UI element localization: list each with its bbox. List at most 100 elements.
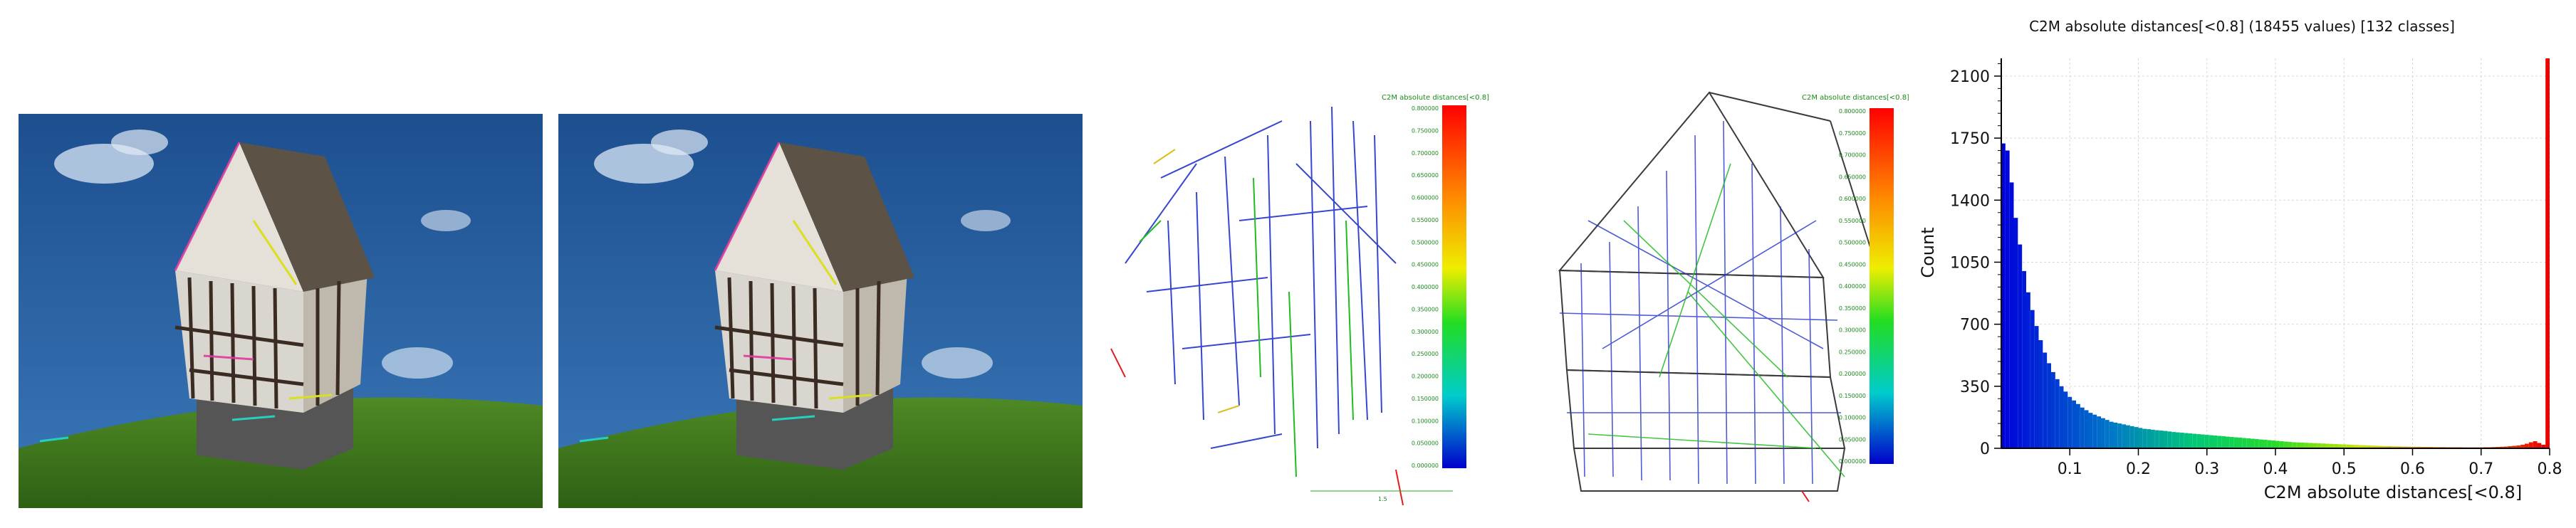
- histogram-bar: [2105, 420, 2110, 448]
- y-tick-label: 700: [1960, 317, 1990, 334]
- colorbar-tick-label: 0.750000: [1412, 127, 1439, 134]
- line-cloud-view-dense: C2M absolute distances[<0.8] 0.800000 0.7…: [1517, 78, 1909, 511]
- histogram-bar: [2022, 270, 2026, 448]
- histogram-bar: [2300, 443, 2305, 448]
- histogram-bar: [2138, 428, 2143, 448]
- histogram-bar: [2213, 435, 2218, 448]
- colorbar-2: [1870, 108, 1894, 464]
- histogram-panel: C2M absolute distances[<0.8] (18455 valu…: [1909, 0, 2576, 528]
- colorbar-2-tick-label: 0.550000: [1839, 218, 1866, 224]
- histogram-bar: [2533, 441, 2538, 448]
- histogram-bar: [2283, 441, 2288, 448]
- colorbar-2-tick-label: 0.100000: [1839, 415, 1866, 421]
- histogram-bar: [2126, 425, 2130, 448]
- histogram-bar: [2233, 437, 2238, 448]
- colorbar-title-2: C2M absolute distances[<0.8]: [1802, 94, 1909, 102]
- colorbar-title: C2M absolute distances[<0.8]: [1382, 94, 1489, 102]
- colorbar-2-tick-label: 0.700000: [1839, 152, 1866, 159]
- colorbar-2-tick-label: 0.150000: [1839, 393, 1866, 399]
- colorbar-2-tick-label: 0.000000: [1839, 458, 1866, 465]
- x-tick-label: 0.7: [2468, 460, 2493, 478]
- histogram-bar: [2271, 440, 2275, 448]
- histogram-chart: C2M absolute distances[<0.8] (18455 valu…: [1918, 18, 2562, 502]
- colorbar-2-tick-label: 0.050000: [1839, 436, 1866, 443]
- colorbar-2-tick-label: 0.300000: [1839, 327, 1866, 334]
- colorbar-2-tick-label: 0.650000: [1839, 174, 1866, 180]
- colorbar-2-tick-label: 0.250000: [1839, 349, 1866, 355]
- x-tick-label: 0.2: [2126, 460, 2151, 478]
- colorbar-2-tick-label: 0.800000: [1839, 108, 1866, 115]
- colorbar-tick-label: 0.350000: [1412, 306, 1439, 312]
- histogram-bar: [2159, 431, 2164, 448]
- colorbar-2-tick-label: 0.200000: [1839, 371, 1866, 377]
- colorbar-tick-label: 0.800000: [1412, 105, 1439, 112]
- x-tick-label: 0.6: [2400, 460, 2425, 478]
- colorbar-2-tick-label: 0.450000: [1839, 261, 1866, 268]
- x-tick-label: 0.4: [2263, 460, 2288, 478]
- line-cloud-sparse-image: 1.5 C2M absolute distances[<0.8] 0.80000…: [1110, 94, 1489, 506]
- colorbar-tick-label: 0.100000: [1412, 418, 1439, 424]
- histogram-bar: [2084, 410, 2089, 448]
- histogram-bar: [2304, 443, 2309, 448]
- colorbar-tick-label: 0.450000: [1412, 262, 1439, 268]
- histogram-bar: [2254, 439, 2259, 448]
- histogram-bar: [2192, 433, 2197, 448]
- histogram-bar: [2312, 443, 2317, 448]
- histogram-bar: [2067, 396, 2072, 448]
- histogram-bar: [2038, 340, 2043, 448]
- histogram-bar: [2092, 414, 2097, 448]
- histogram-bar: [2109, 421, 2114, 448]
- colorbar-2-tick-label: 0.600000: [1839, 196, 1866, 202]
- histogram-bar: [2142, 428, 2147, 448]
- histogram-bar: [2201, 434, 2205, 448]
- histogram-bar: [2321, 443, 2325, 448]
- histogram-bar: [2279, 441, 2284, 448]
- histogram-bar: [2308, 443, 2313, 448]
- chart-title: C2M absolute distances[<0.8] (18455 valu…: [2029, 18, 2455, 35]
- histogram-bar: [2167, 431, 2172, 448]
- y-tick-label: 1750: [1950, 130, 1990, 148]
- colorbar: [1442, 105, 1466, 468]
- histogram-bar: [2263, 440, 2268, 448]
- histogram-bar: [2076, 403, 2080, 448]
- histogram-bar: [2317, 443, 2322, 448]
- colorbar-2-tick-label: 0.500000: [1839, 240, 1866, 246]
- histogram-bar: [2072, 400, 2076, 448]
- histogram-bar: [2251, 438, 2255, 448]
- histogram-bar: [2188, 433, 2193, 448]
- histogram-bar: [2129, 426, 2134, 448]
- line-cloud-view-sparse: 1.5 C2M absolute distances[<0.8] 0.80000…: [1097, 78, 1496, 511]
- histogram-bar: [2204, 435, 2209, 448]
- histogram-bar: [2184, 433, 2189, 448]
- histogram-bar: [2005, 150, 2010, 448]
- histogram-bar: [2147, 429, 2151, 448]
- histogram-bar: [2051, 371, 2055, 448]
- x-axis-label: C2M absolute distances[<0.8]: [2264, 482, 2522, 502]
- colorbar-tick-label: 0.500000: [1412, 239, 1439, 245]
- histogram-bar: [2134, 427, 2139, 448]
- histogram-bar: [2528, 442, 2533, 448]
- y-tick-label: 2100: [1950, 68, 1990, 86]
- colorbar-tick-label: 0.250000: [1412, 351, 1439, 357]
- colorbar-tick-label: 0.600000: [1412, 195, 1439, 201]
- histogram-bar: [2026, 292, 2030, 448]
- histogram-bar: [2047, 363, 2051, 448]
- histogram-bar: [2154, 430, 2159, 448]
- render-view-textured-2: [558, 114, 1083, 508]
- colorbar-tick-label: 0.050000: [1412, 440, 1439, 447]
- histogram-bar: [2246, 438, 2251, 448]
- render-view-textured-image: [19, 114, 543, 508]
- y-tick-label: 0: [1980, 440, 1990, 458]
- y-tick-label: 350: [1960, 379, 1990, 396]
- histogram-bar: [2013, 218, 2018, 448]
- histogram-bar: [2097, 416, 2101, 448]
- x-tick-label: 0.1: [2058, 460, 2082, 478]
- y-axis-label: Count: [1918, 227, 1938, 278]
- colorbar-tick-label: 0.200000: [1412, 374, 1439, 380]
- histogram-bar: [2101, 418, 2105, 448]
- x-tick-label: 0.5: [2332, 460, 2357, 478]
- scale-bar-label: 1.5: [1378, 496, 1387, 502]
- colorbar-2-tick-label: 0.400000: [1839, 283, 1866, 290]
- histogram-bar: [2275, 440, 2280, 448]
- histogram-bar: [2151, 429, 2155, 448]
